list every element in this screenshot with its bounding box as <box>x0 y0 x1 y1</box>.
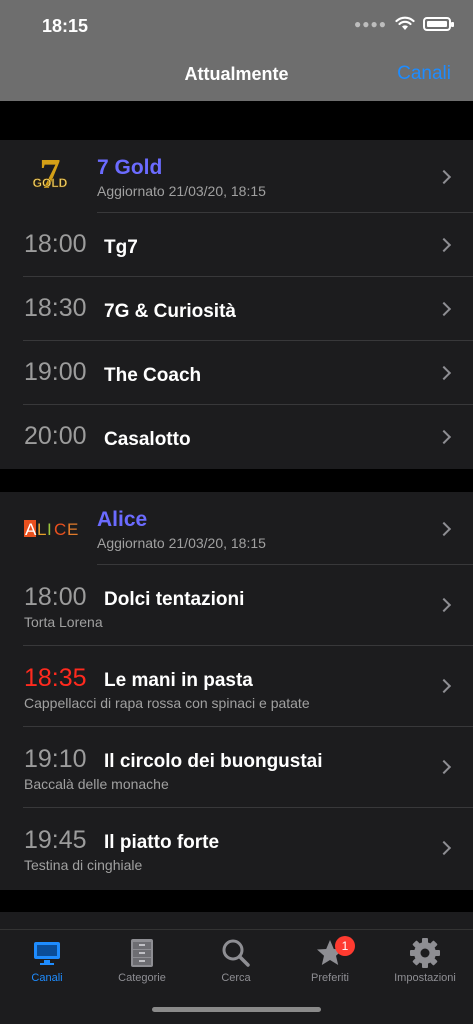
channel-header-7gold[interactable]: 7 GOLD 7 Gold Aggiornato 21/03/20, 18:15 <box>0 140 473 213</box>
program-subtitle: Torta Lorena <box>24 614 103 630</box>
program-time-live: 18:35 <box>24 664 87 692</box>
program-time: 18:00 <box>24 583 87 611</box>
program-time: 18:30 <box>24 294 87 322</box>
svg-text:A: A <box>25 520 37 539</box>
program-title: Il circolo dei buongustai <box>104 751 323 772</box>
channel-name: Alice <box>97 508 148 531</box>
channel-section-next <box>0 912 473 929</box>
wifi-icon <box>395 16 415 30</box>
svg-text:L: L <box>37 520 46 539</box>
tab-label: Preferiti <box>311 972 349 984</box>
program-row[interactable]: 19:00 The Coach <box>0 341 473 405</box>
tab-label: Cerca <box>221 972 251 984</box>
program-row[interactable]: 18:00 Tg7 <box>0 213 473 277</box>
star-icon: 1 <box>283 936 377 970</box>
chevron-right-icon <box>436 365 452 381</box>
chevron-right-icon <box>436 429 452 445</box>
program-row[interactable]: 20:00 Casalotto <box>0 405 473 469</box>
channel-section-alice: A L I C E Alice Aggiornato 21/03/20, 18:… <box>0 492 473 890</box>
channel-name: 7 Gold <box>97 156 163 179</box>
channel-header-alice[interactable]: A L I C E Alice Aggiornato 21/03/20, 18:… <box>0 492 473 565</box>
program-row[interactable]: 18:00 Dolci tentazioni Torta Lorena <box>0 565 473 646</box>
channel-logo-7gold: 7 GOLD <box>24 152 76 205</box>
tab-label: Canali <box>31 972 63 984</box>
tab-search[interactable]: Cerca <box>189 936 283 984</box>
program-title: Le mani in pasta <box>104 670 253 691</box>
program-title: 7G & Curiosità <box>104 301 236 322</box>
favorites-badge: 1 <box>335 936 355 956</box>
tab-label: Categorie <box>118 972 166 984</box>
tab-categories[interactable]: Categorie <box>95 936 189 984</box>
chevron-right-icon <box>436 301 452 317</box>
gear-icon <box>378 936 472 970</box>
program-row[interactable]: 18:30 7G & Curiosità <box>0 277 473 341</box>
status-time: 18:15 <box>42 16 89 36</box>
program-subtitle: Testina di cinghiale <box>24 857 143 873</box>
program-time: 19:00 <box>24 358 87 386</box>
program-row-live[interactable]: 18:35 Le mani in pasta Cappellacci di ra… <box>0 646 473 727</box>
channel-section-7gold: 7 GOLD 7 Gold Aggiornato 21/03/20, 18:15… <box>0 140 473 469</box>
chevron-right-icon <box>436 521 452 537</box>
channels-button[interactable]: Canali <box>397 63 451 85</box>
status-icons: ●●●● <box>354 16 454 31</box>
chevron-right-icon <box>436 597 452 613</box>
chevron-right-icon <box>436 237 452 253</box>
channel-updated: Aggiornato 21/03/20, 18:15 <box>97 183 266 199</box>
tab-label: Impostazioni <box>394 972 456 984</box>
cellular-signal-icon: ●●●● <box>354 16 387 31</box>
tab-channels[interactable]: Canali <box>0 936 94 984</box>
program-title: Dolci tentazioni <box>104 589 245 610</box>
tab-settings[interactable]: Impostazioni <box>378 936 472 984</box>
program-subtitle: Cappellacci di rapa rossa con spinaci e … <box>24 695 310 711</box>
program-time: 20:00 <box>24 422 87 450</box>
chevron-right-icon <box>436 759 452 775</box>
chevron-right-icon <box>436 678 452 694</box>
program-title: Tg7 <box>104 237 138 258</box>
schedule-list[interactable]: 7 GOLD 7 Gold Aggiornato 21/03/20, 18:15… <box>0 101 473 929</box>
search-icon <box>189 936 283 970</box>
program-time: 19:45 <box>24 826 87 854</box>
svg-text:GOLD: GOLD <box>33 176 68 190</box>
channel-logo-alice: A L I C E <box>24 519 82 544</box>
svg-text:C: C <box>54 520 66 539</box>
status-bar: 18:15 ●●●● <box>0 0 473 50</box>
channel-updated: Aggiornato 21/03/20, 18:15 <box>97 535 266 551</box>
program-title: The Coach <box>104 365 202 386</box>
program-time: 19:10 <box>24 745 87 773</box>
program-title: Il piatto forte <box>104 832 220 853</box>
svg-text:I: I <box>47 520 52 539</box>
battery-icon <box>423 16 454 31</box>
chevron-right-icon <box>436 840 452 856</box>
svg-text:E: E <box>67 520 78 539</box>
program-row[interactable]: 19:10 Il circolo dei buongustai Baccalà … <box>0 727 473 808</box>
cabinet-icon <box>95 936 189 970</box>
program-subtitle: Baccalà delle monache <box>24 776 169 792</box>
program-title: Casalotto <box>104 429 191 450</box>
tv-icon <box>0 936 94 970</box>
home-indicator <box>152 1007 321 1012</box>
program-time: 18:00 <box>24 230 87 258</box>
navigation-bar: Attualmente Canali <box>0 50 473 101</box>
program-row[interactable]: 19:45 Il piatto forte Testina di cinghia… <box>0 808 473 889</box>
tab-favorites[interactable]: 1 Preferiti <box>283 936 377 984</box>
chevron-right-icon <box>436 169 452 185</box>
